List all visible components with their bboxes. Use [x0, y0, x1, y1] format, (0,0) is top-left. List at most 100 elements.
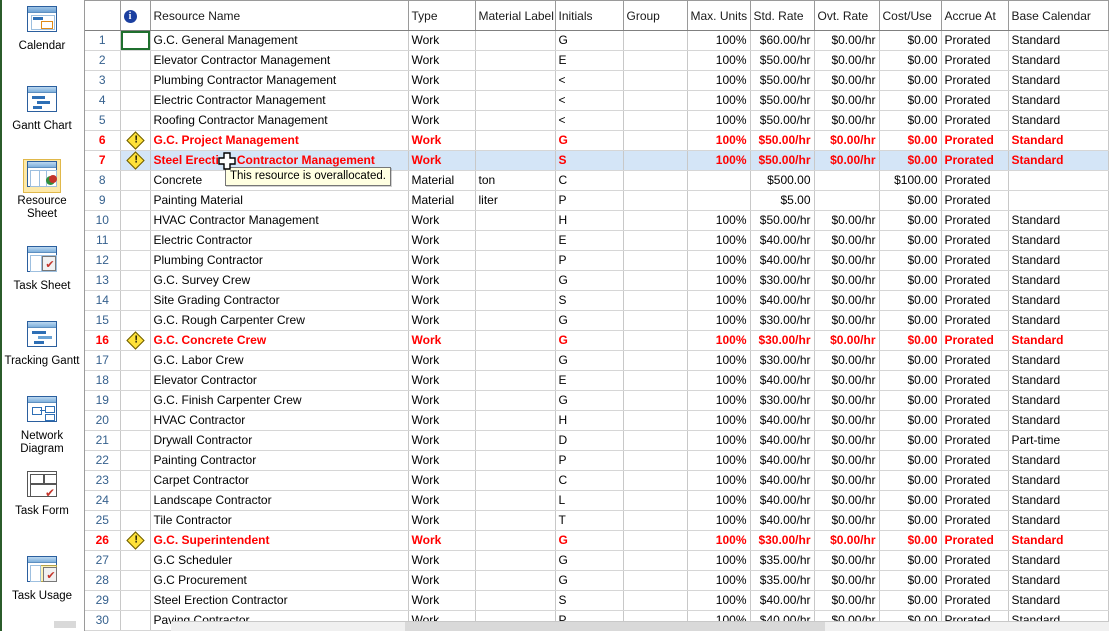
- cell-max-units[interactable]: 100%: [687, 310, 751, 331]
- cell-max-units[interactable]: [687, 190, 751, 211]
- cell-material-label[interactable]: [475, 450, 556, 471]
- cell-std-rate[interactable]: $30.00/hr: [750, 350, 815, 371]
- cell-type[interactable]: Work: [408, 590, 476, 611]
- cell-std-rate[interactable]: $50.00/hr: [750, 130, 815, 151]
- cell-type[interactable]: Work: [408, 310, 476, 331]
- table-row[interactable]: 1 G.C. General Management Work G 100% $60.00/…: [85, 30, 1109, 51]
- cell-indicator[interactable]: [120, 30, 151, 51]
- table-row[interactable]: 6 G.C. Project ManagementWork G 100%$50.00/…: [85, 130, 1109, 151]
- cell-std-rate[interactable]: $35.00/hr: [750, 570, 815, 591]
- cell-accrue-at[interactable]: Prorated: [941, 70, 1009, 91]
- cell-initials[interactable]: E: [555, 50, 624, 71]
- table-row[interactable]: 14 Site Grading Contractor Work S 100% $40.00…: [85, 290, 1109, 311]
- cell-accrue-at[interactable]: Prorated: [941, 250, 1009, 271]
- cell-ovt-rate[interactable]: $0.00/hr: [814, 50, 880, 71]
- cell-cost-use[interactable]: $0.00: [879, 430, 942, 451]
- cell-cost-use[interactable]: $0.00: [879, 50, 942, 71]
- table-row[interactable]: 12 Plumbing Contractor Work P 100% $40.00/hr $…: [85, 250, 1109, 271]
- cell-max-units[interactable]: 100%: [687, 510, 751, 531]
- cell-group[interactable]: [623, 330, 688, 351]
- cell-accrue-at[interactable]: Prorated: [941, 570, 1009, 591]
- cell-initials[interactable]: P: [555, 450, 624, 471]
- row-number[interactable]: 2: [85, 50, 121, 71]
- cell-cost-use[interactable]: $0.00: [879, 290, 942, 311]
- cell-resource-name[interactable]: HVAC Contractor Management: [150, 210, 409, 231]
- table-row[interactable]: 10 HVAC Contractor Management Work H 100% $50…: [85, 210, 1109, 231]
- cell-resource-name[interactable]: HVAC Contractor: [150, 410, 409, 431]
- view-bar-item-calendar[interactable]: Calendar: [4, 5, 80, 53]
- row-number[interactable]: 11: [85, 230, 121, 251]
- column-header-select-all[interactable]: [85, 0, 121, 31]
- cell-std-rate[interactable]: $50.00/hr: [750, 150, 815, 171]
- cell-type[interactable]: Work: [408, 510, 476, 531]
- cell-initials[interactable]: C: [555, 170, 624, 191]
- cell-indicator[interactable]: [120, 330, 151, 351]
- cell-initials[interactable]: P: [555, 190, 624, 211]
- cell-accrue-at[interactable]: Prorated: [941, 210, 1009, 231]
- cell-initials[interactable]: S: [555, 590, 624, 611]
- cell-ovt-rate[interactable]: $0.00/hr: [814, 490, 880, 511]
- cell-indicator[interactable]: [120, 590, 151, 611]
- cell-cost-use[interactable]: $0.00: [879, 390, 942, 411]
- cell-group[interactable]: [623, 590, 688, 611]
- overallocated-warning-icon[interactable]: [126, 530, 145, 550]
- cell-std-rate[interactable]: $30.00/hr: [750, 270, 815, 291]
- table-row[interactable]: 11 Electric Contractor Work E 100% $40.00/hr $…: [85, 230, 1109, 251]
- cell-resource-name[interactable]: Elevator Contractor: [150, 370, 409, 391]
- cell-accrue-at[interactable]: Prorated: [941, 170, 1009, 191]
- cell-indicator[interactable]: [120, 270, 151, 291]
- cell-max-units[interactable]: 100%: [687, 570, 751, 591]
- cell-std-rate[interactable]: $40.00/hr: [750, 250, 815, 271]
- row-number[interactable]: 15: [85, 310, 121, 331]
- cell-cost-use[interactable]: $0.00: [879, 250, 942, 271]
- cell-resource-name[interactable]: G.C. Superintendent: [150, 530, 409, 551]
- cell-group[interactable]: [623, 490, 688, 511]
- cell-type[interactable]: Work: [408, 490, 476, 511]
- cell-indicator[interactable]: [120, 450, 151, 471]
- column-header-initials[interactable]: Initials: [555, 0, 624, 31]
- cell-base-calendar[interactable]: [1008, 170, 1109, 191]
- cell-base-calendar[interactable]: Standard: [1008, 450, 1109, 471]
- view-bar-item-network-diagram[interactable]: Network Diagram: [4, 395, 80, 456]
- row-number[interactable]: 23: [85, 470, 121, 491]
- cell-base-calendar[interactable]: Standard: [1008, 350, 1109, 371]
- cell-initials[interactable]: E: [555, 370, 624, 391]
- cell-type[interactable]: Work: [408, 270, 476, 291]
- cell-accrue-at[interactable]: Prorated: [941, 90, 1009, 111]
- cell-cost-use[interactable]: $0.00: [879, 150, 942, 171]
- cell-max-units[interactable]: 100%: [687, 150, 751, 171]
- column-header-group[interactable]: Group: [623, 0, 688, 31]
- cell-group[interactable]: [623, 290, 688, 311]
- view-bar-scroll-thumb[interactable]: [54, 621, 76, 628]
- cell-indicator[interactable]: [120, 570, 151, 591]
- row-number[interactable]: 18: [85, 370, 121, 391]
- row-number[interactable]: 16: [85, 330, 121, 351]
- cell-max-units[interactable]: 100%: [687, 110, 751, 131]
- cell-initials[interactable]: G: [555, 350, 624, 371]
- cell-std-rate[interactable]: $50.00/hr: [750, 90, 815, 111]
- cell-group[interactable]: [623, 270, 688, 291]
- cell-type[interactable]: Work: [408, 150, 476, 171]
- column-header-material-label[interactable]: Material Label: [475, 0, 556, 31]
- cell-base-calendar[interactable]: Standard: [1008, 490, 1109, 511]
- cell-resource-name[interactable]: Landscape Contractor: [150, 490, 409, 511]
- column-header-type[interactable]: Type: [408, 0, 476, 31]
- cell-cost-use[interactable]: $0.00: [879, 510, 942, 531]
- cell-max-units[interactable]: 100%: [687, 470, 751, 491]
- table-row[interactable]: 17 G.C. Labor Crew Work G 100% $30.00/hr $0.00…: [85, 350, 1109, 371]
- cell-indicator[interactable]: [120, 370, 151, 391]
- cell-base-calendar[interactable]: Standard: [1008, 510, 1109, 531]
- cell-base-calendar[interactable]: Standard: [1008, 270, 1109, 291]
- view-bar-item-task-sheet[interactable]: ✔ Task Sheet: [4, 245, 80, 293]
- cell-group[interactable]: [623, 30, 688, 51]
- view-bar-item-task-usage[interactable]: ✔ Task Usage: [4, 555, 80, 603]
- cell-initials[interactable]: H: [555, 210, 624, 231]
- cell-resource-name[interactable]: Plumbing Contractor: [150, 250, 409, 271]
- cell-ovt-rate[interactable]: $0.00/hr: [814, 130, 880, 151]
- cell-type[interactable]: Work: [408, 30, 476, 51]
- cell-ovt-rate[interactable]: $0.00/hr: [814, 510, 880, 531]
- cell-resource-name[interactable]: Tile Contractor: [150, 510, 409, 531]
- cell-base-calendar[interactable]: Standard: [1008, 110, 1109, 131]
- cell-cost-use[interactable]: $0.00: [879, 530, 942, 551]
- cell-type[interactable]: Work: [408, 130, 476, 151]
